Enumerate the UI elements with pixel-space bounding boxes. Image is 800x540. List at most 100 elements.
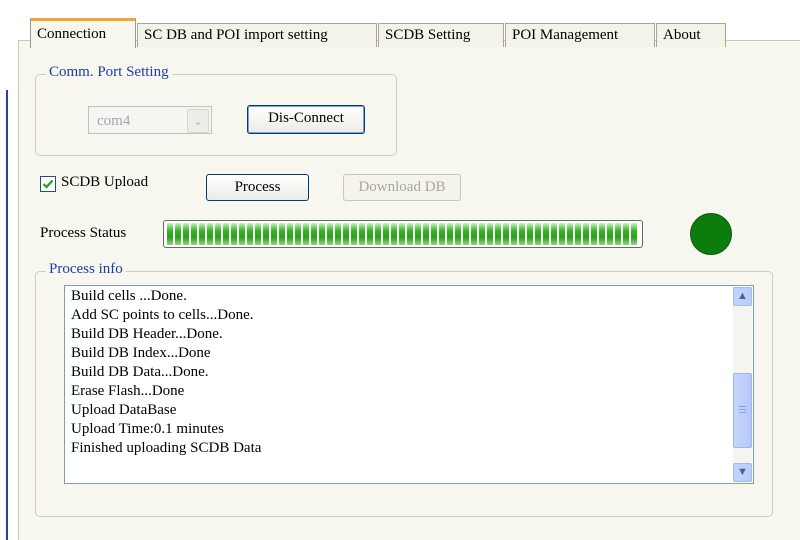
tab-scdb-poi-import[interactable]: SC DB and POI import setting — [137, 23, 377, 47]
tab-label: Connection — [37, 26, 107, 42]
download-db-button: Download DB — [343, 174, 461, 201]
tab-connection[interactable]: Connection — [30, 18, 136, 48]
progress-chunk — [519, 223, 525, 245]
disconnect-button[interactable]: Dis-Connect — [247, 105, 365, 134]
log-line: Erase Flash...Done — [71, 383, 185, 399]
progress-chunk — [559, 223, 565, 245]
progress-chunk — [239, 223, 245, 245]
progress-chunk — [223, 223, 229, 245]
log-line: Build DB Index...Done — [71, 345, 211, 361]
download-db-button-label: Download DB — [358, 179, 446, 195]
progress-chunk — [615, 223, 621, 245]
checkmark-icon — [42, 179, 54, 189]
grip-line — [739, 412, 746, 413]
progress-chunk — [471, 223, 477, 245]
log-line: Finished uploading SCDB Data — [71, 440, 262, 456]
window-left-edge — [6, 90, 8, 540]
progress-chunk — [271, 223, 277, 245]
progress-chunk — [207, 223, 213, 245]
progress-chunk — [287, 223, 293, 245]
progress-chunk — [191, 223, 197, 245]
progress-chunk — [327, 223, 333, 245]
progress-chunk — [439, 223, 445, 245]
tab-label: SCDB Setting — [385, 27, 471, 43]
progress-chunk — [527, 223, 533, 245]
progress-chunk — [167, 223, 173, 245]
progress-chunk — [247, 223, 253, 245]
progress-chunk — [607, 223, 613, 245]
progress-chunk — [335, 223, 341, 245]
progress-chunk — [183, 223, 189, 245]
progress-chunk — [303, 223, 309, 245]
progress-chunk — [495, 223, 501, 245]
progress-chunk — [423, 223, 429, 245]
progress-chunk — [255, 223, 261, 245]
log-line: Build cells ...Done. — [71, 288, 187, 304]
progress-chunk — [231, 223, 237, 245]
log-line: Build DB Data...Done. — [71, 364, 209, 380]
process-status-label: Process Status — [40, 225, 127, 241]
scdb-upload-label: SCDB Upload — [61, 174, 149, 190]
progress-chunk — [575, 223, 581, 245]
log-line: Upload Time:0.1 minutes — [71, 421, 224, 437]
tab-poi-management[interactable]: POI Management — [505, 23, 655, 47]
progress-chunk — [591, 223, 597, 245]
progress-chunk — [551, 223, 557, 245]
progress-chunk — [311, 223, 317, 245]
progress-chunk — [535, 223, 541, 245]
log-lines: Build cells ...Done. Add SC points to cel… — [65, 286, 753, 458]
scdb-upload-checkbox[interactable] — [40, 176, 56, 192]
tab-about[interactable]: About — [656, 23, 726, 47]
grip-line — [739, 409, 746, 410]
port-select[interactable]: com4 ⌄ — [88, 106, 212, 134]
progress-chunk — [359, 223, 365, 245]
port-select-value: com4 — [97, 113, 131, 129]
progress-fill — [167, 223, 639, 245]
progress-chunk — [567, 223, 573, 245]
progress-chunk — [375, 223, 381, 245]
process-progress-bar — [163, 220, 643, 248]
log-line: Build DB Header...Done. — [71, 326, 223, 342]
comm-port-legend: Comm. Port Setting — [46, 64, 172, 81]
tab-label: POI Management — [512, 27, 619, 43]
progress-chunk — [319, 223, 325, 245]
scroll-down-icon[interactable]: ▼ — [733, 463, 752, 482]
status-indicator-led — [690, 213, 732, 255]
progress-chunk — [367, 223, 373, 245]
progress-chunk — [631, 223, 637, 245]
vertical-scrollbar[interactable]: ▲ ▼ — [733, 287, 752, 482]
progress-chunk — [487, 223, 493, 245]
progress-chunk — [263, 223, 269, 245]
chevron-down-icon[interactable]: ⌄ — [187, 109, 209, 133]
log-line: Upload DataBase — [71, 402, 177, 418]
process-info-log[interactable]: Build cells ...Done. Add SC points to cel… — [64, 285, 754, 484]
progress-chunk — [391, 223, 397, 245]
progress-chunk — [447, 223, 453, 245]
progress-chunk — [463, 223, 469, 245]
process-button-label: Process — [234, 179, 281, 195]
process-info-legend: Process info — [46, 261, 126, 278]
progress-chunk — [407, 223, 413, 245]
progress-chunk — [215, 223, 221, 245]
scroll-up-icon[interactable]: ▲ — [733, 287, 752, 306]
progress-chunk — [599, 223, 605, 245]
progress-chunk — [511, 223, 517, 245]
progress-chunk — [399, 223, 405, 245]
progress-chunk — [503, 223, 509, 245]
tab-strip: Connection SC DB and POI import setting … — [20, 17, 800, 48]
progress-chunk — [431, 223, 437, 245]
progress-chunk — [455, 223, 461, 245]
progress-chunk — [415, 223, 421, 245]
progress-chunk — [543, 223, 549, 245]
tab-scdb-setting[interactable]: SCDB Setting — [378, 23, 504, 47]
progress-chunk — [351, 223, 357, 245]
process-button[interactable]: Process — [206, 174, 309, 201]
tab-label: SC DB and POI import setting — [144, 27, 328, 43]
progress-chunk — [583, 223, 589, 245]
scrollbar-thumb[interactable] — [733, 373, 752, 448]
progress-chunk — [199, 223, 205, 245]
progress-chunk — [279, 223, 285, 245]
progress-chunk — [295, 223, 301, 245]
progress-chunk — [479, 223, 485, 245]
progress-chunk — [623, 223, 629, 245]
